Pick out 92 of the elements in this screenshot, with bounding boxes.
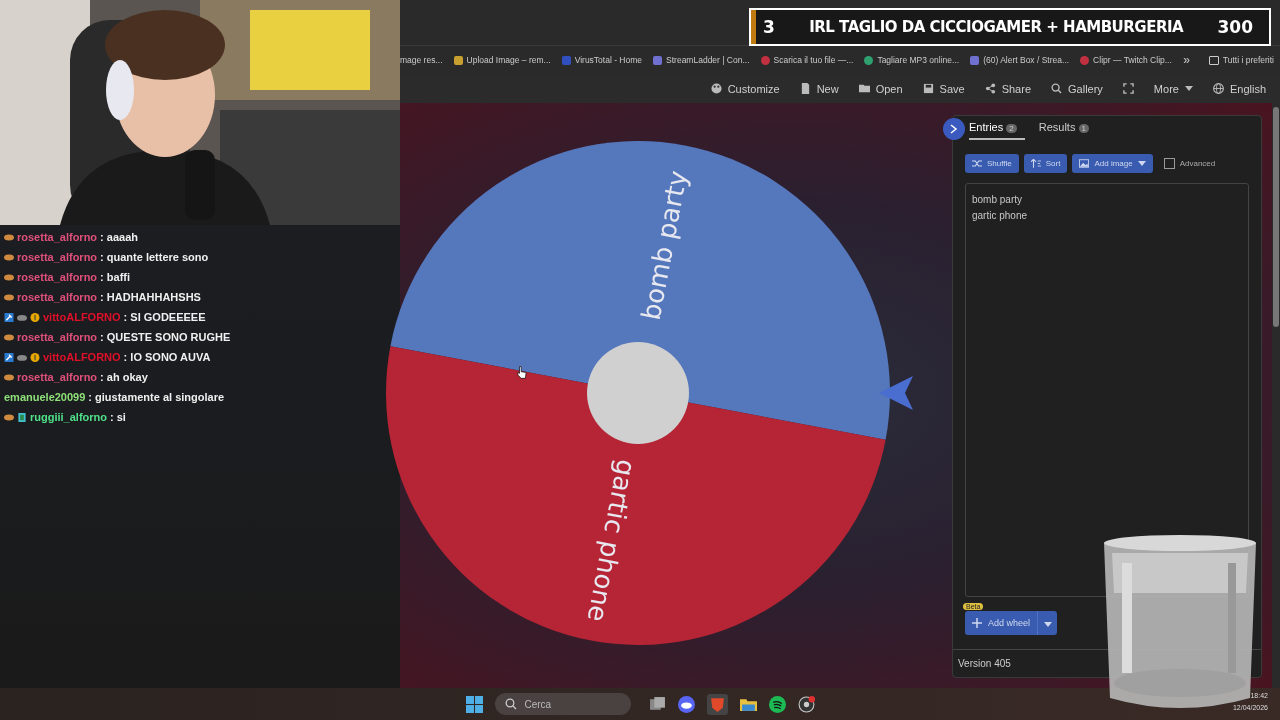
- bookmark-icon: [1080, 55, 1090, 65]
- toolbar-button[interactable]: Share: [976, 78, 1039, 99]
- coin-icon: [30, 312, 40, 322]
- fullscreen-icon: [1122, 83, 1134, 95]
- palette-icon: [710, 83, 722, 95]
- chat-message: : HADHAHHAHSHS: [100, 291, 201, 303]
- toolbar-button[interactable]: More: [1145, 78, 1201, 99]
- chat-message: : quante lettere sono: [100, 251, 209, 263]
- bread-icon: [4, 332, 14, 342]
- caret-icon: [1044, 622, 1053, 628]
- sort-icon: [1030, 159, 1041, 168]
- dropdown-button[interactable]: [1037, 611, 1058, 635]
- chat-message: : baffi: [100, 271, 131, 283]
- search-icon: [504, 698, 517, 710]
- bookmark-folder[interactable]: Tutti i preferiti: [1208, 55, 1274, 66]
- windows-icon[interactable]: [648, 695, 666, 713]
- chat-username[interactable]: ruggiii_alforno: [30, 411, 107, 423]
- advanced-checkbox[interactable]: [1163, 158, 1175, 169]
- bookmark[interactable]: Scarica il tuo file —...: [760, 55, 854, 66]
- more-bookmarks-button[interactable]: »: [1183, 53, 1190, 68]
- chat-username[interactable]: emanuele20099: [4, 391, 86, 403]
- pointer-icon: [879, 376, 913, 410]
- add-wheel-button[interactable]: Add wheel: [965, 611, 1038, 635]
- checkbox-label: Advanced: [1179, 159, 1216, 168]
- toolbar-button[interactable]: Save: [914, 78, 973, 99]
- toolbar-button[interactable]: Gallery: [1043, 78, 1111, 99]
- search-field[interactable]: Cerca: [494, 693, 631, 715]
- collapse-button[interactable]: [943, 118, 965, 140]
- caret-icon: [1137, 161, 1146, 166]
- chat-message: : ah okay: [100, 371, 148, 383]
- save-icon: [922, 83, 934, 95]
- bread-icon: [4, 412, 14, 422]
- chevron-icon: [950, 124, 958, 134]
- caret-icon: [1184, 86, 1193, 92]
- toolbar-button[interactable]: English: [1204, 78, 1274, 99]
- toolbar-button[interactable]: Customize: [702, 78, 788, 99]
- bookmark[interactable]: mage res...: [400, 55, 443, 66]
- hammer-icon: [4, 352, 14, 362]
- goal-target: 300: [1217, 17, 1253, 37]
- hammer-icon: [4, 312, 14, 322]
- chat-message: : aaaah: [100, 231, 138, 243]
- chip-icon: [17, 412, 27, 422]
- toolbar-button[interactable]: Open: [850, 78, 911, 99]
- action-button[interactable]: Shuffle: [965, 154, 1019, 173]
- chat-message: : QUESTE SONO RUGHE: [100, 331, 231, 343]
- action-button[interactable]: Sort: [1023, 154, 1068, 173]
- goal-current: 3: [763, 17, 775, 37]
- globe-icon: [1212, 83, 1224, 95]
- folder-icon: [858, 83, 870, 95]
- chat-message: : giustamente al singolare: [88, 391, 225, 403]
- hand-cursor-icon: [517, 365, 527, 380]
- chat-message: : IO SONO AUVA: [123, 351, 211, 363]
- bookmark-icon: [453, 55, 463, 65]
- bookmark-icon: [864, 55, 874, 65]
- bookmark[interactable]: (60) Alert Box / Strea...: [970, 55, 1070, 66]
- coin-icon: [30, 352, 40, 362]
- plus-icon: [972, 618, 982, 628]
- bread-icon: [4, 372, 14, 382]
- panel-tab[interactable]: Results 1: [1038, 117, 1097, 141]
- share-icon: [984, 83, 996, 95]
- chat-username[interactable]: rosetta_alforno: [17, 331, 98, 343]
- music-icon[interactable]: [768, 695, 786, 713]
- bookmark[interactable]: Clipr — Twitch Clip...: [1080, 55, 1172, 66]
- bookmark-icon: [561, 55, 571, 65]
- bookmark[interactable]: Upload Image – rem...: [453, 55, 551, 66]
- image-icon: [1079, 159, 1090, 168]
- cloud-icon: [17, 352, 27, 362]
- bookmark-icon: [653, 55, 663, 65]
- file-icon: [799, 83, 811, 95]
- chat-username[interactable]: rosetta_alforno: [17, 291, 98, 303]
- bookmark[interactable]: VirusTotal - Home: [561, 55, 643, 66]
- chat-username[interactable]: rosetta_alforno: [17, 251, 98, 263]
- chat-username[interactable]: rosetta_alforno: [17, 271, 98, 283]
- chat-username[interactable]: rosetta_alforno: [17, 231, 98, 243]
- panel-tab[interactable]: Entries 2: [969, 117, 1025, 141]
- search-icon: [1051, 83, 1062, 95]
- bookmark-icon: [970, 55, 980, 65]
- bookmark[interactable]: Tagliare MP3 online...: [864, 55, 960, 66]
- chat-message: : SI GODEEEEE: [123, 311, 206, 323]
- chat-app-icon[interactable]: [677, 695, 695, 713]
- folder-icon: [1208, 55, 1219, 65]
- start-icon[interactable]: [465, 695, 483, 713]
- chat-message: : si: [110, 411, 126, 423]
- action-button[interactable]: Add image: [1072, 154, 1153, 173]
- bookmark[interactable]: StreamLadder | Con...: [653, 55, 750, 66]
- chat-username[interactable]: rosetta_alforno: [17, 371, 98, 383]
- shuffle-icon: [972, 159, 982, 168]
- bookmark-icon: [760, 55, 770, 65]
- goal-title: IRL TAGLIO DA CICCIOGAMER + HAMBURGERIA: [809, 18, 1184, 36]
- toolbar-button[interactable]: New: [791, 78, 847, 99]
- cloud-icon: [17, 312, 27, 322]
- recorder-icon[interactable]: [797, 695, 815, 713]
